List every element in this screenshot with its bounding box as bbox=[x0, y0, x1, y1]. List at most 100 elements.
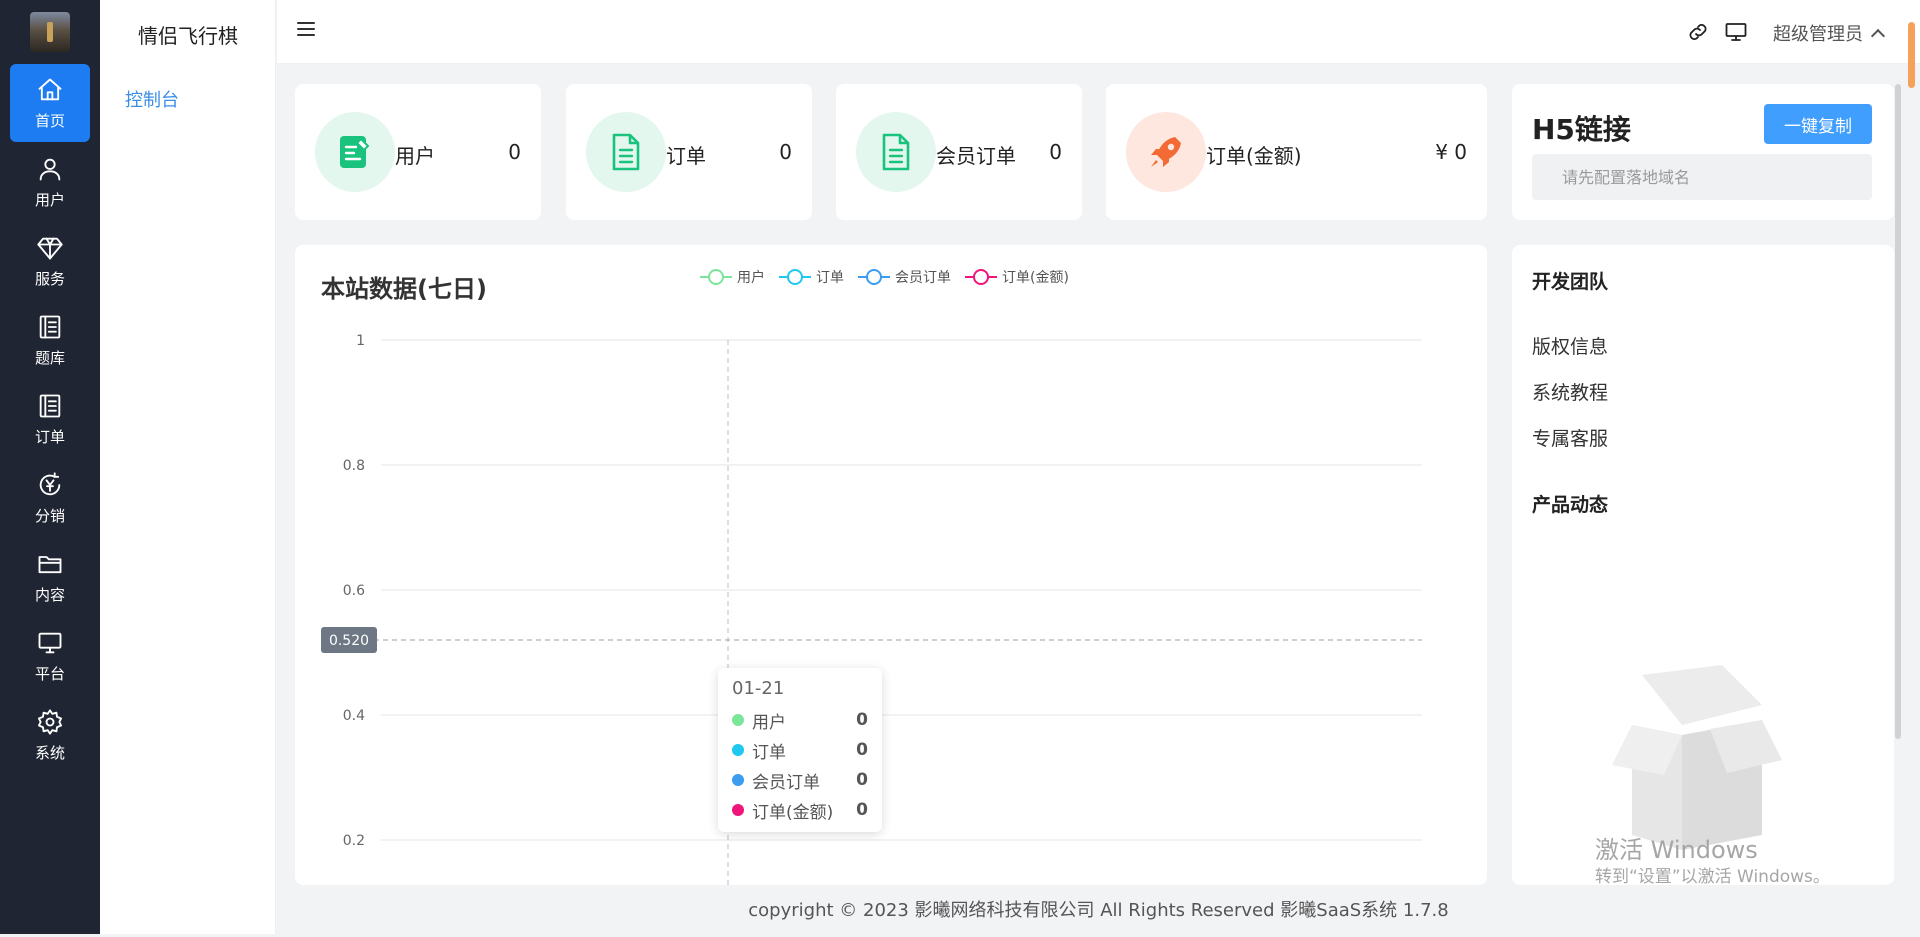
app-logo[interactable] bbox=[30, 12, 70, 52]
rail-item-users[interactable]: 用户 bbox=[10, 143, 90, 221]
secondary-sidebar: 情侣飞行棋 控制台 bbox=[100, 0, 276, 934]
link-icon[interactable] bbox=[1686, 20, 1710, 44]
order-icon bbox=[39, 394, 61, 417]
rail-item-label: 订单 bbox=[34, 427, 65, 446]
site-data-chart-card: 本站数据(七日) 用户 订单 会员订单 订单(金额) 1 0.8 0.6 0.4 0.2… bbox=[295, 245, 1487, 885]
home-icon bbox=[38, 78, 62, 100]
rail-item-label: 用户 bbox=[34, 190, 65, 209]
crosshair-value-label: 0.520 bbox=[329, 633, 369, 649]
tooltip-row: 订单(金额) 0 bbox=[732, 795, 868, 825]
rail-item-content[interactable]: 内容 bbox=[10, 538, 90, 616]
empty-box-illustration bbox=[1612, 665, 1782, 850]
y-tick-label: 1 bbox=[356, 333, 365, 349]
rail-item-label: 首页 bbox=[34, 111, 65, 130]
footer-copyright: copyright © 2023 影曦网络科技有限公司 All Rights R… bbox=[748, 900, 1449, 921]
series-dot bbox=[732, 804, 744, 816]
monitor-icon[interactable] bbox=[1724, 20, 1748, 44]
line-chart-plot[interactable]: 1 0.8 0.6 0.4 0.2 0.520 bbox=[295, 245, 1487, 885]
tooltip-series-value: 0 bbox=[856, 770, 868, 790]
stat-label: 用户 bbox=[395, 144, 435, 168]
top-header: 超级管理员 bbox=[277, 0, 1920, 64]
rocket-icon bbox=[1151, 137, 1181, 167]
rail-item-distribution[interactable]: 分销 bbox=[10, 459, 90, 537]
stat-icon-circle bbox=[315, 112, 395, 192]
tooltip-row: 会员订单 0 bbox=[732, 765, 868, 795]
chart-tooltip: 01-21 用户 0 订单 0 会员订单 0 订单(金额) 0 bbox=[718, 668, 882, 832]
series-dot bbox=[732, 774, 744, 786]
rail-item-label: 系统 bbox=[34, 743, 65, 762]
icon-rail: 首页 用户 服务 题库 订单 分销 内容 平台 系统 bbox=[0, 0, 100, 934]
windows-activation-hint: 转到“设置”以激活 Windows。 bbox=[1595, 867, 1830, 887]
document-icon bbox=[882, 133, 910, 171]
stat-card-member-orders: 会员订单 0 bbox=[836, 84, 1082, 220]
edit-doc-icon bbox=[340, 136, 370, 168]
y-tick-label: 0.6 bbox=[343, 583, 365, 599]
monitor-icon bbox=[38, 632, 62, 653]
h5-link-card: H5链接 一键复制 bbox=[1512, 84, 1894, 220]
y-tick-label: 0.2 bbox=[343, 833, 365, 849]
rail-item-orders[interactable]: 订单 bbox=[10, 380, 90, 458]
rail-item-system[interactable]: 系统 bbox=[10, 696, 90, 774]
stat-icon-circle bbox=[1126, 112, 1206, 192]
rail-item-label: 题库 bbox=[34, 348, 65, 367]
rail-item-label: 服务 bbox=[34, 269, 65, 288]
tooltip-series-value: 0 bbox=[856, 800, 868, 820]
tooltip-series-name: 用户 bbox=[752, 712, 786, 733]
scroll-accent-handle[interactable] bbox=[1908, 22, 1915, 88]
stat-value: 0 bbox=[1049, 140, 1062, 164]
rail-item-label: 平台 bbox=[34, 664, 65, 683]
user-name: 超级管理员 bbox=[1773, 24, 1863, 45]
document-icon bbox=[612, 133, 640, 171]
subnav-item-console[interactable]: 控制台 bbox=[125, 86, 179, 112]
app-title: 情侣飞行棋 bbox=[138, 24, 238, 48]
tooltip-series-value: 0 bbox=[856, 740, 868, 760]
rail-item-label: 内容 bbox=[34, 585, 65, 604]
rail-item-home[interactable]: 首页 bbox=[10, 64, 90, 142]
copy-link-button[interactable]: 一键复制 bbox=[1764, 104, 1872, 144]
stat-card-orders: 订单 0 bbox=[566, 84, 812, 220]
series-dot bbox=[732, 744, 744, 756]
y-tick-label: 0.4 bbox=[343, 708, 365, 724]
user-icon bbox=[39, 158, 61, 180]
tooltip-series-name: 订单(金额) bbox=[752, 802, 834, 823]
stat-icon-circle bbox=[586, 112, 666, 192]
gear-icon bbox=[37, 708, 63, 735]
diamond-icon bbox=[37, 237, 63, 259]
user-menu[interactable]: 超级管理员 bbox=[1773, 20, 1886, 46]
stat-value: 0 bbox=[508, 140, 521, 164]
chevron-up-icon bbox=[1870, 28, 1886, 44]
rail-item-question-bank[interactable]: 题库 bbox=[10, 301, 90, 379]
vertical-scrollbar[interactable] bbox=[1895, 84, 1901, 739]
book-icon bbox=[39, 315, 61, 338]
tooltip-series-name: 会员订单 bbox=[752, 772, 820, 793]
link-copyright-info[interactable]: 版权信息 bbox=[1532, 332, 1608, 359]
stat-card-order-amount: 订单(金额) ¥ 0 bbox=[1106, 84, 1487, 220]
link-dedicated-support[interactable]: 专属客服 bbox=[1532, 424, 1608, 451]
menu-icon[interactable] bbox=[297, 22, 315, 40]
series-dot bbox=[732, 714, 744, 726]
h5-title: H5链接 bbox=[1532, 113, 1631, 146]
rail-item-label: 分销 bbox=[34, 506, 65, 525]
windows-activation-title: 激活 Windows bbox=[1595, 836, 1758, 864]
tooltip-row: 用户 0 bbox=[732, 705, 868, 735]
stat-value: ¥ 0 bbox=[1435, 140, 1467, 164]
stat-label: 会员订单 bbox=[936, 144, 1016, 168]
tooltip-series-value: 0 bbox=[856, 710, 868, 730]
rail-item-platform[interactable]: 平台 bbox=[10, 617, 90, 695]
folder-icon bbox=[38, 555, 62, 573]
tooltip-series-name: 订单 bbox=[752, 742, 786, 763]
landing-domain-input[interactable] bbox=[1532, 154, 1872, 200]
stat-label: 订单 bbox=[666, 144, 706, 168]
tooltip-row: 订单 0 bbox=[732, 735, 868, 765]
team-heading: 开发团队 bbox=[1532, 271, 1609, 293]
stat-icon-circle bbox=[856, 112, 936, 192]
tooltip-date: 01-21 bbox=[732, 678, 785, 699]
stat-label: 订单(金额) bbox=[1206, 144, 1302, 168]
y-tick-label: 0.8 bbox=[343, 458, 365, 474]
dev-team-card: 开发团队 版权信息 系统教程 专属客服 产品动态 bbox=[1512, 245, 1894, 885]
yen-cycle-icon bbox=[39, 471, 61, 495]
stat-card-users: 用户 0 bbox=[295, 84, 541, 220]
stat-value: 0 bbox=[779, 140, 792, 164]
rail-item-service[interactable]: 服务 bbox=[10, 222, 90, 300]
link-system-tutorial[interactable]: 系统教程 bbox=[1532, 378, 1608, 405]
